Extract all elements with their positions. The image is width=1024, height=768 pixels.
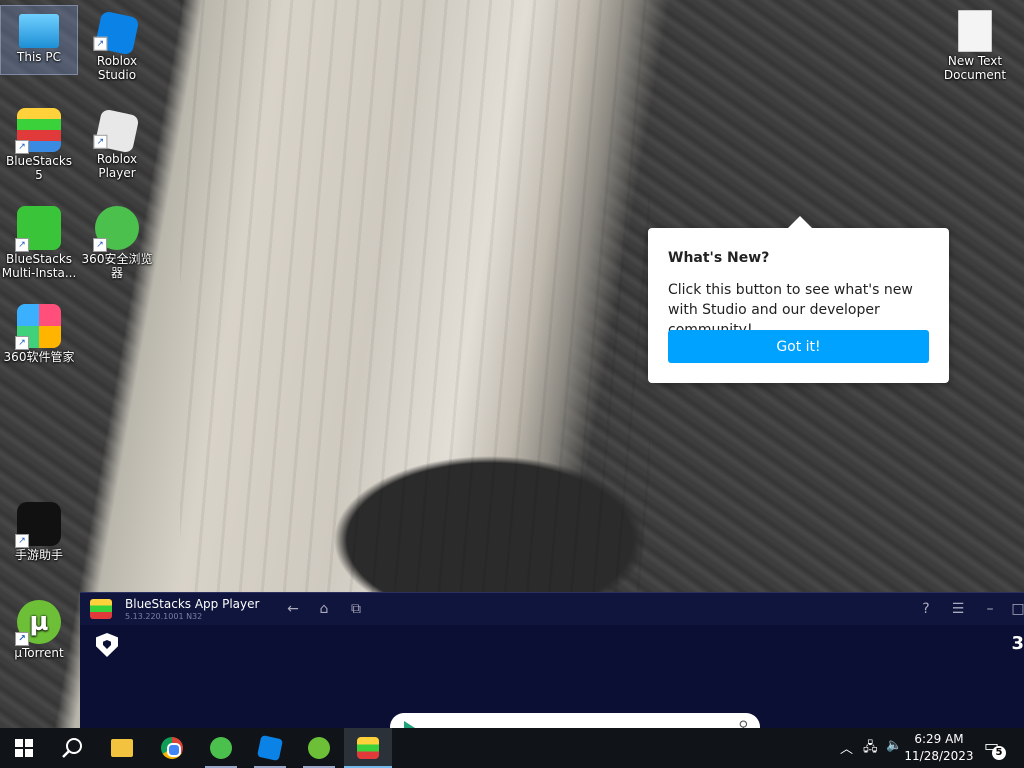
chevron-up-icon[interactable]: ︿ bbox=[840, 738, 853, 757]
clock-date: 11/28/2023 bbox=[904, 749, 974, 763]
bluestacks-window-title: BlueStacks App Player bbox=[125, 597, 260, 611]
taskbar-file-explorer[interactable] bbox=[98, 728, 146, 768]
text-document-icon bbox=[958, 10, 992, 52]
bluestacks-multi-instance-icon: ↗ bbox=[15, 206, 61, 252]
whats-new-popup: What's New? Click this button to see wha… bbox=[648, 216, 949, 383]
volume-muted-icon[interactable]: 🔈 bbox=[886, 738, 902, 753]
desktop-icon-roblox-studio[interactable]: ↗ Roblox Studio bbox=[79, 6, 155, 82]
desktop-icon-label: Roblox Studio bbox=[96, 54, 138, 82]
bluestacks-icon bbox=[357, 737, 379, 759]
bluestacks-titlebar[interactable]: BlueStacks App Player 5.13.220.1001 N32 … bbox=[80, 593, 1024, 625]
desktop-icon-label: BlueStacks 5 bbox=[5, 154, 73, 182]
search-icon bbox=[62, 738, 82, 758]
desktop-icon-360-software-manager[interactable]: ↗ 360软件管家 bbox=[1, 300, 77, 364]
got-it-button[interactable]: Got it! bbox=[668, 330, 929, 363]
network-icon[interactable]: 🖧 bbox=[863, 738, 878, 760]
360-browser-icon bbox=[210, 737, 232, 759]
360-browser-icon: ↗ bbox=[93, 206, 139, 252]
recent-apps-icon[interactable]: ⧉ bbox=[346, 599, 366, 619]
taskbar-roblox-studio[interactable] bbox=[246, 728, 294, 768]
computer-icon bbox=[19, 14, 59, 48]
desktop-icon-label: BlueStacks Multi-Insta... bbox=[1, 252, 77, 280]
popup-title: What's New? bbox=[668, 250, 770, 266]
maximize-icon[interactable]: □ bbox=[1008, 599, 1024, 619]
bluestacks-window: BlueStacks App Player 5.13.220.1001 N32 … bbox=[80, 592, 1024, 743]
shield-icon[interactable] bbox=[96, 633, 118, 657]
taskbar-utorrent[interactable] bbox=[295, 728, 343, 768]
roblox-player-icon: ↗ bbox=[93, 108, 140, 154]
bluestacks-version: 5.13.220.1001 N32 bbox=[125, 612, 203, 621]
roblox-studio-icon: ↗ bbox=[93, 10, 140, 56]
home-icon[interactable]: ⌂ bbox=[314, 599, 334, 619]
desktop-icon-bluestacks-5[interactable]: ↗ BlueStacks 5 bbox=[1, 104, 77, 182]
desktop-icon-label: 360安全浏览器 bbox=[81, 252, 153, 280]
desktop-icon-label: Roblox Player bbox=[96, 152, 138, 180]
utorrent-icon bbox=[308, 737, 330, 759]
menu-icon[interactable]: ☰ bbox=[948, 599, 968, 619]
taskbar-bluestacks[interactable] bbox=[344, 728, 392, 768]
desktop-icon-label: 360软件管家 bbox=[3, 350, 75, 364]
desktop-icon-mobile-game-assistant[interactable]: ↗ 手游助手 bbox=[1, 498, 77, 562]
notification-count-badge: 5 bbox=[992, 746, 1006, 760]
360-software-manager-icon: ↗ bbox=[15, 304, 61, 350]
bluestacks-icon: ↗ bbox=[15, 108, 61, 154]
desktop-icon-label: This PC bbox=[17, 50, 61, 64]
roblox-studio-icon bbox=[256, 734, 284, 762]
taskbar-360-browser[interactable] bbox=[197, 728, 245, 768]
desktop-icon-360-browser[interactable]: ↗ 360安全浏览器 bbox=[79, 202, 155, 280]
desktop-icon-this-pc[interactable]: This PC bbox=[0, 5, 78, 75]
bluestacks-edge-number: 3 bbox=[1011, 633, 1024, 654]
desktop-icon-bluestacks-multi-instance[interactable]: ↗ BlueStacks Multi-Insta... bbox=[1, 202, 77, 280]
taskbar-chrome[interactable] bbox=[148, 728, 196, 768]
help-icon[interactable]: ? bbox=[916, 599, 936, 619]
system-clock[interactable]: 6:29 AM 11/28/2023 bbox=[904, 731, 974, 765]
mobile-game-assistant-icon: ↗ bbox=[15, 502, 61, 548]
desktop-icon-label: New Text Document bbox=[943, 54, 1007, 82]
taskbar: ︿ 🖧 🔈 6:29 AM 11/28/2023 ▭ bbox=[0, 728, 1024, 768]
taskbar-search-button[interactable] bbox=[48, 728, 96, 768]
bluestacks-logo-icon bbox=[90, 599, 112, 619]
desktop-icon-new-text-document[interactable]: New Text Document bbox=[937, 6, 1013, 82]
minimize-icon[interactable]: – bbox=[980, 599, 1000, 619]
clock-time: 6:29 AM bbox=[914, 732, 964, 746]
start-button[interactable] bbox=[0, 728, 48, 768]
desktop-icon-utorrent[interactable]: µ ↗ µTorrent bbox=[1, 596, 77, 660]
windows-icon bbox=[15, 739, 33, 757]
folder-icon bbox=[111, 739, 133, 757]
utorrent-icon: µ ↗ bbox=[15, 600, 61, 646]
desktop-icon-roblox-player[interactable]: ↗ Roblox Player bbox=[79, 104, 155, 180]
back-arrow-icon[interactable]: ← bbox=[283, 599, 303, 619]
desktop-icon-label: 手游助手 bbox=[14, 548, 63, 562]
desktop-icon-label: µTorrent bbox=[14, 646, 64, 660]
